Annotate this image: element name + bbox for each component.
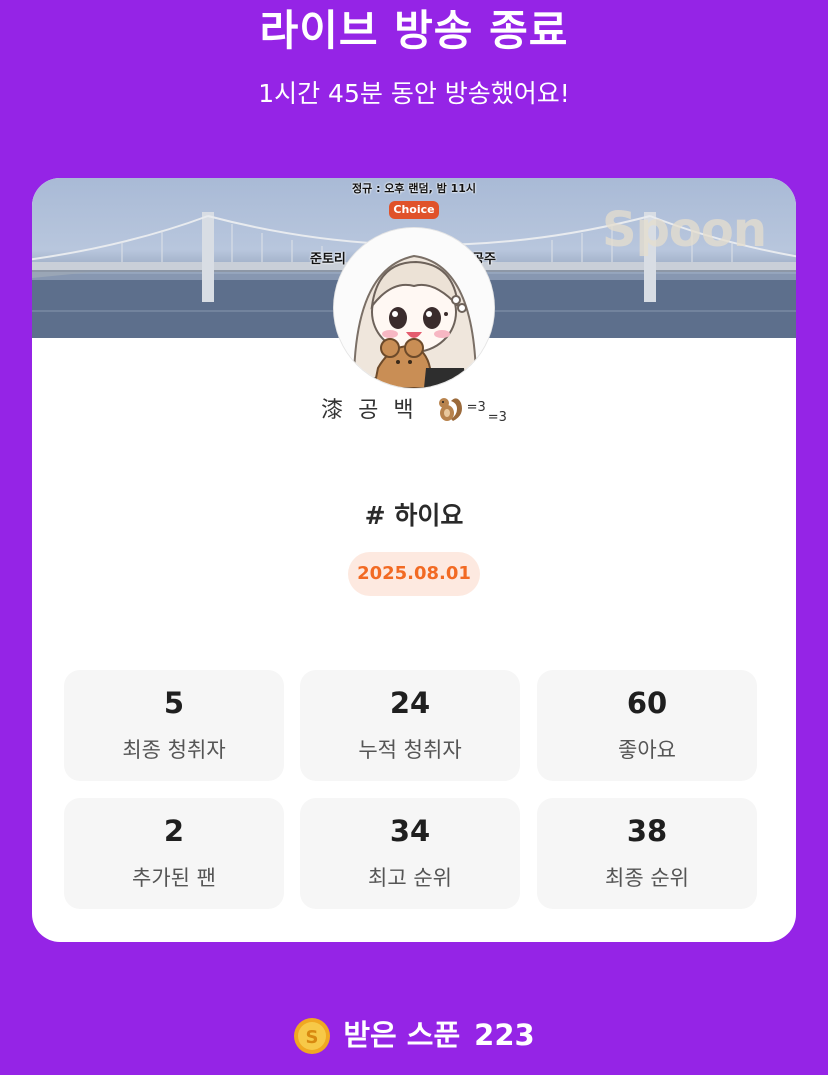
banner-caption: 정규 : 오후 랜덤, 밤 11시: [352, 182, 476, 195]
nickname-suffix-1: =3: [466, 400, 486, 415]
squirrel-icon: [435, 393, 465, 423]
live-title: # 하이요: [364, 501, 464, 530]
spoons-label: 받은 스푼: [343, 1018, 461, 1052]
stat-highest-rank: 34 최고 순위: [300, 798, 520, 909]
spoons-count: 223: [474, 1018, 535, 1052]
choice-badge: Choice: [389, 201, 439, 219]
broadcast-summary-card: 정규 : 오후 랜덤, 밤 11시 Choice Spoon 준토리 공주 漆 …: [32, 178, 796, 942]
stat-value: 38: [626, 814, 668, 848]
stat-value: 5: [163, 686, 185, 720]
stat-final-listeners: 5 최종 청취자: [64, 670, 284, 781]
received-spoons: S 받은 스푼 223: [0, 1012, 828, 1058]
stat-label: 최종 순위: [605, 866, 689, 890]
stat-value: 24: [389, 686, 431, 720]
stat-label: 최고 순위: [368, 866, 452, 890]
page-title: 라이브 방송 종료: [259, 6, 569, 55]
avatar-illustration: [334, 228, 494, 388]
stat-value: 2: [163, 814, 185, 848]
stat-value: 60: [626, 686, 668, 720]
stat-final-rank: 38 최종 순위: [537, 798, 757, 909]
spoon-watermark: Spoon: [602, 202, 767, 258]
nickname-text: 漆 공 백: [321, 398, 418, 423]
nickname: 漆 공 백 =3=3: [32, 392, 796, 425]
stat-value: 34: [389, 814, 431, 848]
svg-text:S: S: [306, 1027, 319, 1048]
nickname-suffix-2: =3: [487, 410, 507, 425]
stat-label: 좋아요: [618, 738, 676, 762]
stat-new-fans: 2 추가된 팬: [64, 798, 284, 909]
broadcast-duration-text: 1시간 45분 동안 방송했어요!: [258, 79, 570, 108]
stat-label: 최종 청취자: [122, 738, 226, 762]
stat-likes: 60 좋아요: [537, 670, 757, 781]
stat-label: 추가된 팬: [132, 866, 216, 890]
stat-cumulative-listeners: 24 누적 청취자: [300, 670, 520, 781]
broadcast-date-badge: 2025.08.01: [348, 552, 480, 596]
coin-icon: S: [293, 1017, 331, 1055]
avatar[interactable]: [334, 228, 494, 388]
stat-label: 누적 청취자: [358, 738, 462, 762]
banner-left-text: 준토리: [310, 252, 346, 267]
